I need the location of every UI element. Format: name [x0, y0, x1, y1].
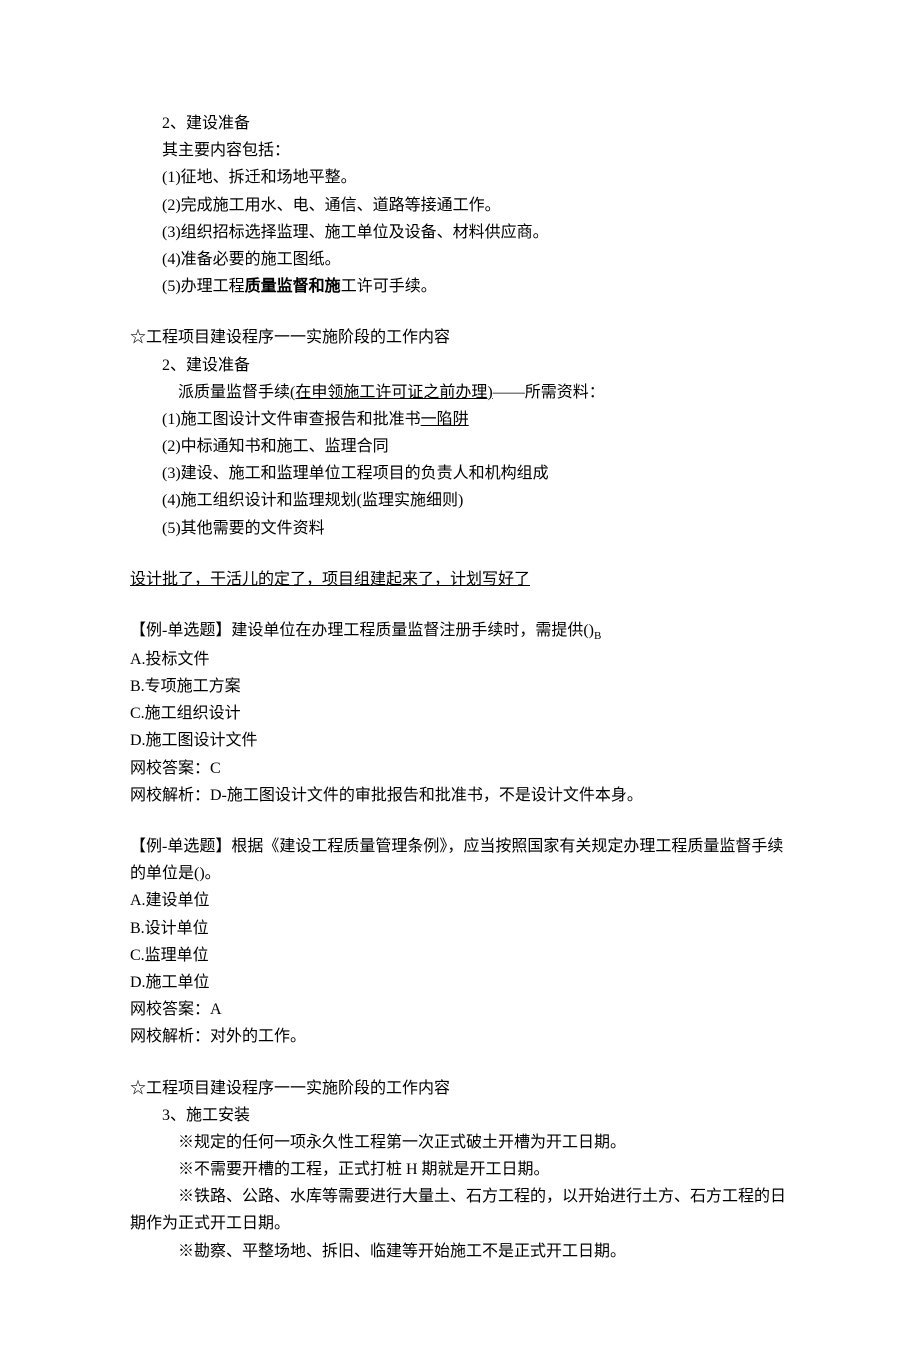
subtext: 派质量监督手续(在申领施工许可证之前办理)——所需资料： — [130, 379, 790, 406]
section-title: 3、施工安装 — [130, 1102, 790, 1129]
section-subtitle: 其主要内容包括： — [130, 137, 790, 164]
prompt-text: 【例-单选题】建设单位在办理工程质量监督注册手续时，需提供() — [130, 622, 594, 639]
section-title: 2、建设准备 — [130, 352, 790, 379]
list-item: ※规定的任何一项永久性工程第一次正式破土开槽为开工日期。 — [130, 1129, 790, 1156]
text-pre: (1)施工图设计文件审查报告和批准书 — [162, 411, 421, 428]
list-item: (2)中标通知书和施工、监理合同 — [130, 433, 790, 460]
section-heading: ☆工程项目建设程序一一实施阶段的工作内容 — [130, 1075, 790, 1102]
list-item: (4)准备必要的施工图纸。 — [130, 246, 790, 273]
question-analysis: 网校解析：对外的工作。 — [130, 1023, 790, 1050]
section-heading: ☆工程项目建设程序一一实施阶段的工作内容 — [130, 324, 790, 351]
question-option: D.施工单位 — [130, 969, 790, 996]
question-answer: 网校答案：C — [130, 755, 790, 782]
list-item: (4)施工组织设计和监理规划(监理实施细则) — [130, 487, 790, 514]
question-option: A.投标文件 — [130, 646, 790, 673]
summary-line: 设计批了，干活儿的定了，项目组建起来了，计划写好了 — [130, 566, 790, 593]
list-item: (5)办理工程质量监督和施工许可手续。 — [130, 273, 790, 300]
question-option: A.建设单位 — [130, 887, 790, 914]
text-post: 工许可手续。 — [341, 278, 437, 295]
prompt-sub: B — [594, 630, 601, 642]
section-3-construction-install: ☆工程项目建设程序一一实施阶段的工作内容 3、施工安装 ※规定的任何一项永久性工… — [130, 1075, 790, 1265]
question-prompt: 【例-单选题】建设单位在办理工程质量监督注册手续时，需提供()B — [130, 617, 790, 646]
list-item: ※不需要开槽的工程，正式打桩 H 期就是开工日期。 — [130, 1156, 790, 1183]
summary-text: 设计批了，干活儿的定了，项目组建起来了，计划写好了 — [130, 571, 530, 588]
list-item: ※铁路、公路、水库等需要进行大量土、石方工程的，以开始进行土方、石方工程的日期作… — [130, 1183, 790, 1237]
text-pre: (5)办理工程 — [162, 278, 245, 295]
list-item: (2)完成施工用水、电、通信、道路等接通工作。 — [130, 192, 790, 219]
question-prompt: 【例-单选题】根据《建设工程质量管理条例》，应当按照国家有关规定办理工程质量监督… — [130, 833, 790, 887]
list-item: (3)组织招标选择监理、施工单位及设备、材料供应商。 — [130, 219, 790, 246]
question-1: 【例-单选题】建设单位在办理工程质量监督注册手续时，需提供()B A.投标文件 … — [130, 617, 790, 809]
text-pre: 派质量监督手续 — [178, 384, 290, 401]
list-item: ※勘察、平整场地、拆旧、临建等开始施工不是正式开工日期。 — [130, 1238, 790, 1265]
list-item: (5)其他需要的文件资料 — [130, 515, 790, 542]
question-option: B.设计单位 — [130, 915, 790, 942]
section-1-construction-prep: 2、建设准备 其主要内容包括： (1)征地、拆迁和场地平整。 (2)完成施工用水… — [130, 110, 790, 300]
text-bold: 质量监督和施 — [245, 278, 341, 295]
list-item: (1)征地、拆迁和场地平整。 — [130, 164, 790, 191]
question-2: 【例-单选题】根据《建设工程质量管理条例》，应当按照国家有关规定办理工程质量监督… — [130, 833, 790, 1051]
question-option: B.专项施工方案 — [130, 673, 790, 700]
list-item: (1)施工图设计文件审查报告和批准书一陷阱 — [130, 406, 790, 433]
text-post: ——所需资料： — [493, 384, 605, 401]
section-2-implementation: ☆工程项目建设程序一一实施阶段的工作内容 2、建设准备 派质量监督手续(在申领施… — [130, 324, 790, 542]
text-underline: (在申领施工许可证之前办理) — [290, 384, 493, 401]
question-option: D.施工图设计文件 — [130, 727, 790, 754]
text-underline: 一陷阱 — [421, 411, 469, 428]
question-analysis: 网校解析：D-施工图设计文件的审批报告和批准书，不是设计文件本身。 — [130, 782, 790, 809]
question-option: C.施工组织设计 — [130, 700, 790, 727]
question-option: C.监理单位 — [130, 942, 790, 969]
question-answer: 网校答案：A — [130, 996, 790, 1023]
section-title: 2、建设准备 — [130, 110, 790, 137]
list-item: (3)建设、施工和监理单位工程项目的负责人和机构组成 — [130, 460, 790, 487]
